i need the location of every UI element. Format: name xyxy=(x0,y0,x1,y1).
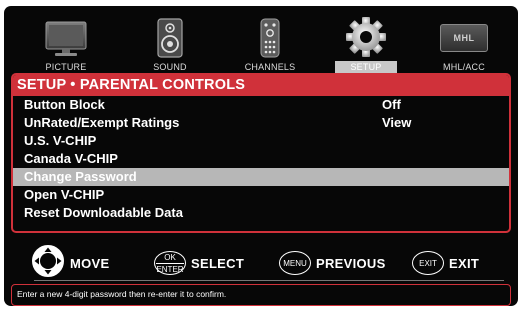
menu-item-label: Button Block xyxy=(24,97,105,112)
menu-item-value: View xyxy=(382,115,412,130)
hint-select: OK ENTER SELECT xyxy=(154,246,244,280)
tv-icon xyxy=(45,16,87,58)
menu-item-canada-vchip[interactable]: Canada V-CHIP xyxy=(13,150,509,168)
menu-item-label: Canada V-CHIP xyxy=(24,151,118,166)
hint-move-label: MOVE xyxy=(70,255,110,271)
parental-controls-panel: SETUP • PARENTAL CONTROLS Button Block O… xyxy=(11,73,511,233)
ok-text: OK xyxy=(164,252,176,262)
menu-button-text: MENU xyxy=(283,258,307,268)
info-message: Enter a new 4-digit password then re-ent… xyxy=(11,284,511,306)
menu-item-us-vchip[interactable]: U.S. V-CHIP xyxy=(13,132,509,150)
hint-exit: EXIT EXIT xyxy=(412,246,479,280)
menu-item-change-password[interactable]: Change Password xyxy=(13,168,509,186)
dpad-icon xyxy=(31,244,65,283)
panel-title: SETUP • PARENTAL CONTROLS xyxy=(13,75,509,96)
menu-item-value: Off xyxy=(382,97,401,112)
category-mhl-acc[interactable]: MHL MHL/ACC xyxy=(424,16,504,76)
tv-screen: PICTURE SOUND CHANNELS SETUP MHL MHL/ACC… xyxy=(4,6,518,306)
exit-button-text: EXIT xyxy=(419,258,437,268)
exit-button-icon: EXIT xyxy=(412,251,444,275)
menu-item-label: U.S. V-CHIP xyxy=(24,133,97,148)
menu-item-button-block[interactable]: Button Block Off xyxy=(13,96,509,114)
ok-enter-button-icon: OK ENTER xyxy=(154,251,186,275)
category-picture[interactable]: PICTURE xyxy=(26,16,106,76)
hint-previous: MENU PREVIOUS xyxy=(279,246,386,280)
hint-select-label: SELECT xyxy=(191,255,245,271)
category-label: CHANNELS xyxy=(244,62,296,72)
hint-move: MOVE xyxy=(31,244,110,283)
menu-item-label: Change Password xyxy=(24,169,137,184)
category-channels[interactable]: CHANNELS xyxy=(230,16,310,76)
menu-item-label: UnRated/Exempt Ratings xyxy=(24,115,180,130)
menu-item-reset-downloadable-data[interactable]: Reset Downloadable Data xyxy=(13,204,509,222)
gear-icon xyxy=(345,16,387,58)
remote-icon xyxy=(260,16,280,58)
category-setup[interactable]: SETUP xyxy=(326,16,406,76)
category-label: SETUP xyxy=(335,61,397,73)
enter-text: ENTER xyxy=(156,262,184,274)
menu-item-unrated-exempt-ratings[interactable]: UnRated/Exempt Ratings View xyxy=(13,114,509,132)
menu-item-label: Reset Downloadable Data xyxy=(24,205,183,220)
category-label: MHL/ACC xyxy=(443,62,485,72)
mhl-logo-icon: MHL xyxy=(440,16,488,58)
hint-previous-label: PREVIOUS xyxy=(316,255,386,271)
divider xyxy=(34,280,504,281)
menu-item-label: Open V-CHIP xyxy=(24,187,105,202)
category-sound[interactable]: SOUND xyxy=(130,16,210,76)
menu-button-icon: MENU xyxy=(279,251,311,275)
mhl-logo-text: MHL xyxy=(453,33,475,43)
menu-item-open-vchip[interactable]: Open V-CHIP xyxy=(13,186,509,204)
hint-exit-label: EXIT xyxy=(449,255,480,271)
category-label: PICTURE xyxy=(45,62,87,72)
speaker-icon xyxy=(157,16,183,58)
category-label: SOUND xyxy=(153,62,187,72)
